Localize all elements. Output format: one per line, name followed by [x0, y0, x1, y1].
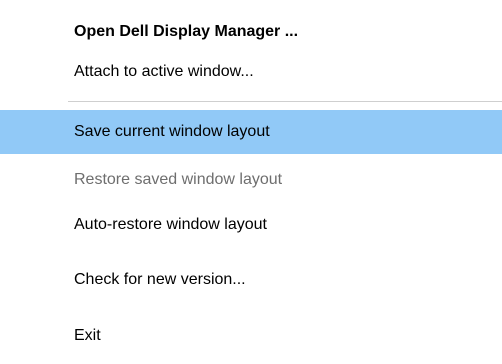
- menu-item-label: Exit: [74, 327, 101, 344]
- menu-item-restore-saved-window-layout[interactable]: Restore saved window layout: [0, 162, 502, 198]
- menu-item-open-dell-display-manager[interactable]: Open Dell Display Manager ...: [0, 17, 502, 47]
- menu-item-label: Save current window layout: [74, 123, 270, 140]
- menu-separator: [68, 101, 502, 102]
- menu-item-label: Open Dell Display Manager ...: [74, 23, 299, 40]
- menu-item-auto-restore-window-layout[interactable]: Auto-restore window layout: [0, 207, 502, 243]
- menu-item-label: Auto-restore window layout: [74, 216, 267, 233]
- menu-item-label: Restore saved window layout: [74, 171, 283, 188]
- context-menu: Open Dell Display Manager ... Attach to …: [0, 0, 502, 364]
- menu-item-exit[interactable]: Exit: [0, 318, 502, 354]
- menu-item-attach-to-active-window[interactable]: Attach to active window...: [0, 57, 502, 87]
- menu-item-label: Check for new version...: [74, 271, 246, 288]
- menu-item-label: Attach to active window...: [74, 63, 254, 80]
- menu-item-save-current-window-layout[interactable]: Save current window layout: [0, 110, 502, 154]
- menu-item-check-for-new-version[interactable]: Check for new version...: [0, 262, 502, 298]
